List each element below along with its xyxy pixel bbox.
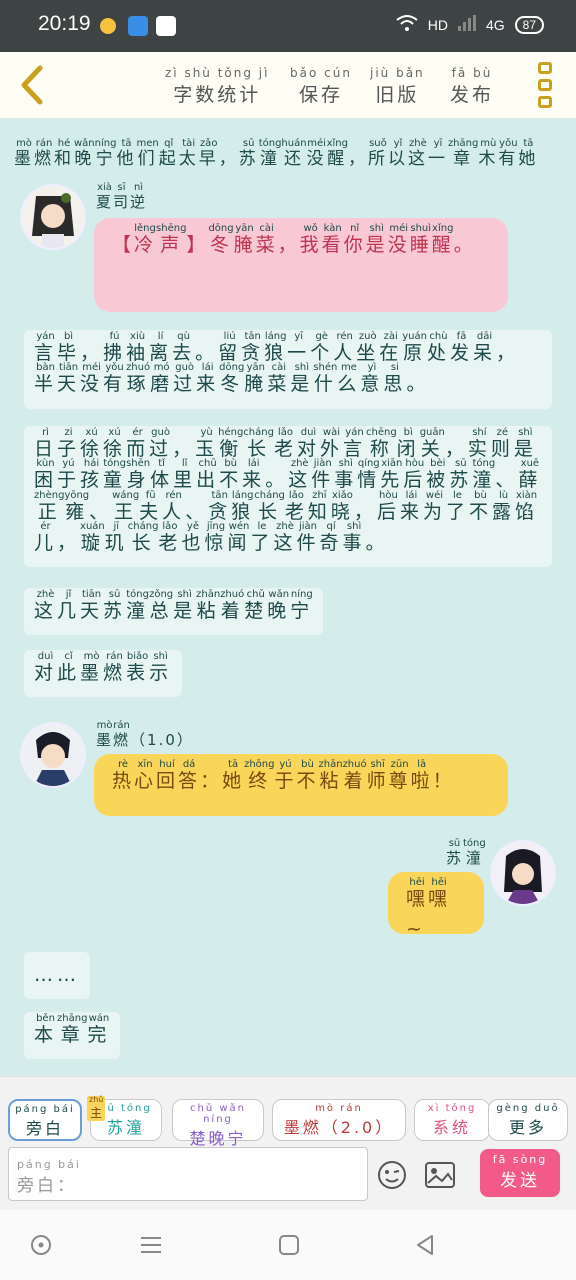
message-input[interactable]: páng bái 旁白： — [8, 1147, 368, 1201]
role-chip-chu-wan-ning[interactable]: chǔ wǎn níng 楚晚宁 — [172, 1099, 264, 1148]
system-nav-bar — [0, 1210, 576, 1280]
assistant-icon[interactable] — [30, 1234, 52, 1260]
send-button[interactable]: fā sòng 发送 — [480, 1149, 560, 1197]
back-triangle-icon[interactable] — [414, 1234, 436, 1260]
word-count-button[interactable]: zì shù tǒng jì 字数统计 — [165, 66, 269, 107]
narration-block[interactable]: 日rì子zi徐xú徐xú而ér过guò， 玉yù衡héng长cháng老lǎo对… — [24, 426, 552, 568]
status-time: 20:19 — [38, 12, 91, 35]
home-icon[interactable] — [278, 1234, 300, 1260]
save-button[interactable]: bǎo cún 保存 — [290, 66, 352, 107]
baidu-app-icon — [156, 16, 176, 36]
role-chip-su-tong[interactable]: zhǔ 主 sū tóng 苏潼 — [87, 1095, 162, 1141]
more-roles-button[interactable]: gèng duō 更多 — [488, 1099, 568, 1141]
signal-type: 4G — [485, 16, 505, 33]
narration-block[interactable]: 本běn章zhāng完wán — [24, 1012, 121, 1060]
back-button[interactable] — [14, 62, 50, 108]
avatar[interactable] — [22, 724, 84, 786]
chevron-left-icon — [14, 65, 50, 112]
image-icon[interactable] — [424, 1161, 456, 1193]
speaker-name: 墨mò燃rán（ 1.0 ） — [96, 720, 194, 749]
narration-top-line: 墨mò燃rán和hé晚wǎn宁níng他tā们men起qǐ太tài早zǎo， 苏… — [14, 138, 539, 169]
battery-icon: 87 — [514, 15, 544, 34]
publish-button[interactable]: fā bù 发布 — [450, 66, 494, 107]
chat-bubble[interactable]: 【 冷lěng声shēng】 冬dōng腌yān菜cài， 我wǒ看kàn你nǐ… — [94, 218, 508, 312]
editor-toolbar: zì shù tǒng jì 字数统计 bǎo cún 保存 jiù bǎn 旧… — [0, 52, 576, 118]
status-indicators: HD 4G 87 — [396, 14, 544, 35]
narration-block[interactable]: 这zhè几jǐ天tiān苏sū潼tóng总zǒng是shì粘zhān着zhuó楚… — [24, 588, 324, 636]
role-chip-narrator[interactable]: páng bái 旁白 — [8, 1099, 82, 1141]
narration-block[interactable]: …… — [24, 952, 90, 1000]
more-menu-icon[interactable] — [538, 62, 554, 108]
wifi-icon — [396, 14, 418, 35]
speaker-name: 夏xià司sī逆nì — [96, 182, 148, 211]
notification-app-icon — [100, 18, 116, 34]
role-chip-mo-ran[interactable]: mò rán 墨燃（2.0） — [272, 1099, 406, 1141]
menu-icon[interactable] — [140, 1234, 162, 1260]
speaker-name: 苏sū潼tóng — [446, 838, 486, 867]
chat-bubble[interactable]: 嘿hēi嘿hēi~ — [388, 872, 484, 940]
input-panel: páng bái 旁白 zhǔ 主 sū tóng 苏潼 chǔ wǎn níng… — [0, 1076, 576, 1210]
avatar[interactable] — [22, 186, 84, 248]
narration-block[interactable]: 对duì此cǐ墨mò燃rán表biǎo示shì — [24, 650, 183, 698]
network-type: HD — [427, 16, 448, 33]
narration-block[interactable]: 言yán毕bì， 拂fú袖xiù离lí去qù。 留liú贪tān狼láng一yī… — [24, 330, 552, 409]
emoji-icon[interactable] — [376, 1159, 408, 1195]
old-version-button[interactable]: jiù bǎn 旧版 — [370, 66, 425, 107]
browser-app-icon — [128, 16, 148, 36]
chat-bubble[interactable]: 热rè心xīn回huí答dá： 她tā终zhōng于yú不bù粘zhān着zhu… — [94, 754, 508, 816]
signal-icon — [457, 15, 476, 34]
main-role-badge: zhǔ 主 — [87, 1095, 106, 1121]
avatar[interactable] — [492, 842, 554, 904]
status-bar: 20:19 HD 4G 87 — [0, 0, 576, 52]
role-chip-system[interactable]: xì tǒng 系统 — [414, 1099, 490, 1141]
